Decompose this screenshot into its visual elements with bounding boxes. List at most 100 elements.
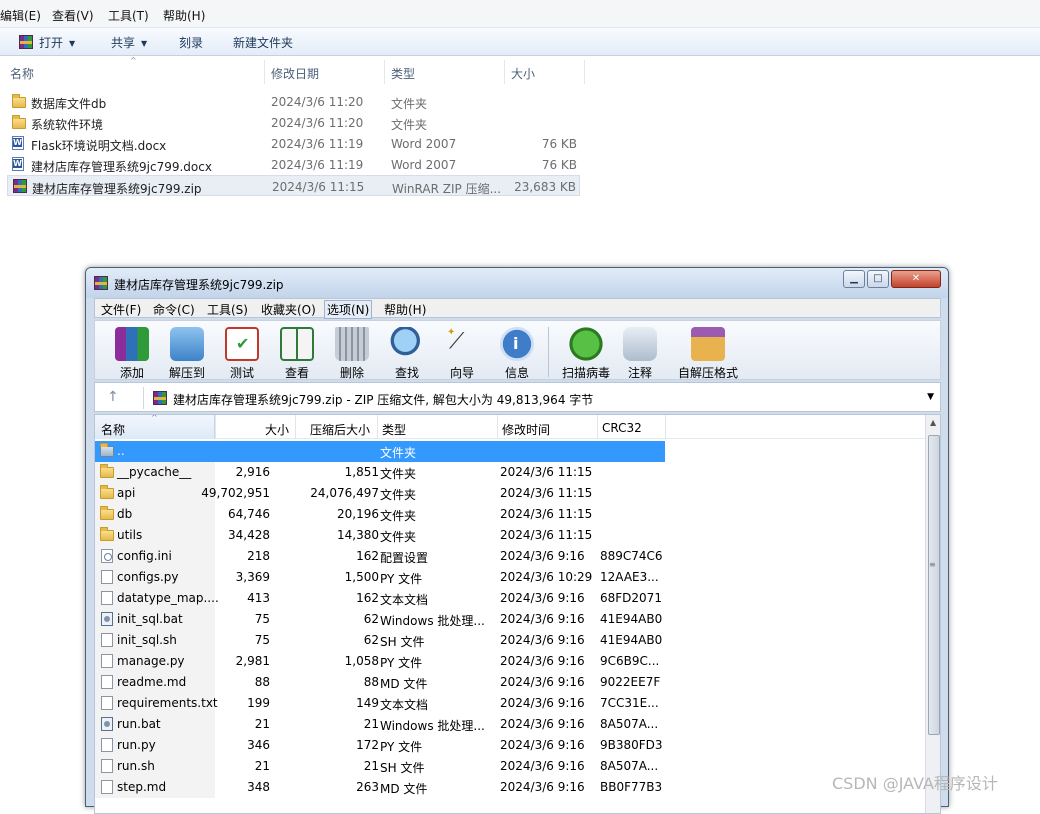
col-modified[interactable]: 修改时间 [502, 421, 550, 438]
file-date: 2024/3/6 11:20 [271, 116, 364, 130]
chevron-down-icon: ▼ [69, 39, 76, 48]
sfx-box-icon [691, 327, 725, 361]
table-row[interactable]: run.sh 21 21 SH 文件 2024/3/6 9:16 8A507A... [95, 756, 925, 777]
file-date: 2024/3/6 11:19 [271, 137, 364, 151]
close-button[interactable]: ✕ [891, 270, 941, 288]
table-row[interactable]: .. 文件夹 [95, 441, 925, 462]
explorer-menubar: 编辑(E) 查看(V) 工具(T) 帮助(H) [0, 0, 1040, 28]
entry-type: 文件夹 [380, 467, 417, 481]
find-button[interactable]: 查找 [382, 325, 432, 381]
table-row[interactable]: readme.md 88 88 MD 文件 2024/3/6 9:16 9022EE7F [95, 672, 925, 693]
table-row[interactable]: init_sql.bat 75 62 Windows 批处理... 2024/3/6 9… [95, 609, 925, 630]
extract-to-button[interactable]: 解压到 [162, 325, 212, 381]
chevron-down-icon[interactable]: ▼ [927, 392, 934, 402]
table-row[interactable]: init_sql.sh 75 62 SH 文件 2024/3/6 9:16 41E94AB… [95, 630, 925, 651]
table-row[interactable]: run.bat 21 21 Windows 批处理... 2024/3/6 9:16 8A… [95, 714, 925, 735]
col-name[interactable]: 名称 [101, 421, 125, 438]
table-row[interactable]: utils 34,428 14,380 文件夹 2024/3/6 11:15 [95, 525, 925, 546]
table-row[interactable]: api 49,702,951 24,076,497 文件夹 2024/3/6 11:15 [95, 483, 925, 504]
col-type[interactable]: 类型 [391, 65, 415, 82]
entry-crc: 68FD2071 [600, 591, 662, 605]
table-row[interactable]: configs.py 3,369 1,500 PY 文件 2024/3/6 10:29 1… [95, 567, 925, 588]
add-button[interactable]: 添加 [107, 325, 157, 381]
open-button[interactable]: 打开 ▼ [39, 34, 75, 51]
col-crc[interactable]: CRC32 [602, 421, 642, 435]
file-row[interactable]: Flask环境说明文档.docx 2024/3/6 11:19 Word 2007 7… [7, 133, 580, 154]
table-row[interactable]: db 64,746 20,196 文件夹 2024/3/6 11:15 [95, 504, 925, 525]
burn-button[interactable]: 刻录 [179, 34, 203, 51]
menu-help[interactable]: 帮助(H) [384, 301, 426, 318]
sfx-button[interactable]: 自解压格式 [675, 325, 741, 381]
table-row[interactable]: step.md 348 263 MD 文件 2024/3/6 9:16 BB0F77B3 [95, 777, 925, 798]
file-icon [101, 675, 113, 689]
col-modified[interactable]: 修改日期 [271, 65, 319, 82]
menu-tools[interactable]: 工具(S) [207, 301, 248, 318]
entry-name: init_sql.bat [117, 612, 183, 626]
table-row[interactable]: __pycache__ 2,916 1,851 文件夹 2024/3/6 11:15 [95, 462, 925, 483]
table-row[interactable]: requirements.txt 199 149 文本文档 2024/3/6 9:16 7… [95, 693, 925, 714]
entry-date: 2024/3/6 11:15 [500, 465, 593, 479]
test-clipboard-icon: ✔ [225, 327, 259, 361]
tool-label: 解压到 [168, 366, 205, 380]
scroll-thumb[interactable] [928, 435, 940, 735]
vertical-scrollbar[interactable]: ▲ ≡ [925, 415, 940, 813]
test-button[interactable]: ✔ 测试 [217, 325, 267, 381]
folder-icon [100, 485, 114, 499]
info-button[interactable]: i 信息 [492, 325, 542, 381]
file-size: 76 KB [541, 158, 577, 172]
winrar-icon [94, 276, 108, 290]
menu-edit[interactable]: 编辑(E) [0, 7, 41, 24]
menu-commands[interactable]: 命令(C) [153, 301, 195, 318]
up-arrow-icon[interactable]: ↑ [107, 389, 119, 405]
col-size[interactable]: 大小 [511, 65, 535, 82]
table-row[interactable]: config.ini 218 162 配置设置 2024/3/6 9:16 889C74C… [95, 546, 925, 567]
col-type[interactable]: 类型 [382, 421, 406, 438]
entry-crc: 9022EE7F [600, 675, 661, 689]
entry-packed: 88 [363, 675, 379, 689]
scroll-up-icon[interactable]: ▲ [930, 418, 936, 427]
entry-type: MD 文件 [380, 677, 428, 691]
col-name[interactable]: 名称 [10, 65, 34, 82]
menu-help[interactable]: 帮助(H) [163, 7, 205, 24]
window-titlebar[interactable]: 建材店库存管理系统9jc799.zip ▁ □ ✕ [86, 268, 948, 298]
new-folder-button[interactable]: 新建文件夹 [233, 34, 293, 51]
file-date: 2024/3/6 11:19 [271, 158, 364, 172]
entry-date: 2024/3/6 9:16 [500, 591, 585, 605]
word-doc-icon [12, 136, 24, 150]
file-row[interactable]: 系统软件环境 2024/3/6 11:20 文件夹 [7, 112, 580, 133]
delete-button[interactable]: 删除 [327, 325, 377, 381]
file-row[interactable]: 建材店库存管理系统9jc799.zip 2024/3/6 11:15 WinRAR … [7, 175, 580, 196]
comment-button[interactable]: 注释 [615, 325, 665, 381]
virus-scan-button[interactable]: 扫描病毒 [555, 325, 617, 381]
view-button[interactable]: 查看 [272, 325, 322, 381]
file-name: 建材店库存管理系统9jc799.zip [32, 182, 202, 196]
entry-type: 文件夹 [380, 488, 417, 502]
file-row[interactable]: 建材店库存管理系统9jc799.docx 2024/3/6 11:19 Word 2… [7, 154, 580, 175]
menu-file[interactable]: 文件(F) [101, 301, 141, 318]
archive-path: 建材店库存管理系统9jc799.zip - ZIP 压缩文件, 解包大小为 49… [173, 393, 594, 407]
menu-options[interactable]: 选项(N) [324, 300, 373, 319]
entry-packed: 1,500 [344, 570, 379, 584]
file-row[interactable]: 数据库文件db 2024/3/6 11:20 文件夹 [7, 91, 580, 112]
wizard-button[interactable]: ⟋ ✦ 向导 [437, 325, 487, 381]
menu-tools[interactable]: 工具(T) [108, 7, 149, 24]
minimize-button[interactable]: ▁ [843, 270, 865, 288]
entry-name: datatype_map.... [117, 591, 219, 605]
menu-view[interactable]: 查看(V) [52, 7, 94, 24]
table-row[interactable]: manage.py 2,981 1,058 PY 文件 2024/3/6 9:16 9C6… [95, 651, 925, 672]
winrar-menubar: 文件(F) 命令(C) 工具(S) 收藏夹(O) 选项(N) 帮助(H) [94, 298, 941, 319]
tool-label: 添加 [119, 366, 144, 380]
entry-name: configs.py [117, 570, 179, 584]
entry-type: SH 文件 [380, 635, 425, 649]
share-button[interactable]: 共享 ▼ [111, 34, 147, 51]
maximize-button[interactable]: □ [867, 270, 889, 288]
table-row[interactable]: run.py 346 172 PY 文件 2024/3/6 9:16 9B380FD3 [95, 735, 925, 756]
table-row[interactable]: datatype_map.... 413 162 文本文档 2024/3/6 9:16 6… [95, 588, 925, 609]
watermark: CSDN @JAVA程序设计 [832, 774, 998, 793]
col-size[interactable]: 大小 [265, 421, 289, 438]
entry-packed: 14,380 [337, 528, 379, 542]
chevron-down-icon: ▼ [141, 39, 148, 48]
archive-address-bar[interactable]: ↑ 建材店库存管理系统9jc799.zip - ZIP 压缩文件, 解包大小为 … [94, 382, 941, 412]
menu-favorites[interactable]: 收藏夹(O) [261, 301, 316, 318]
col-packed[interactable]: 压缩后大小 [310, 421, 370, 438]
